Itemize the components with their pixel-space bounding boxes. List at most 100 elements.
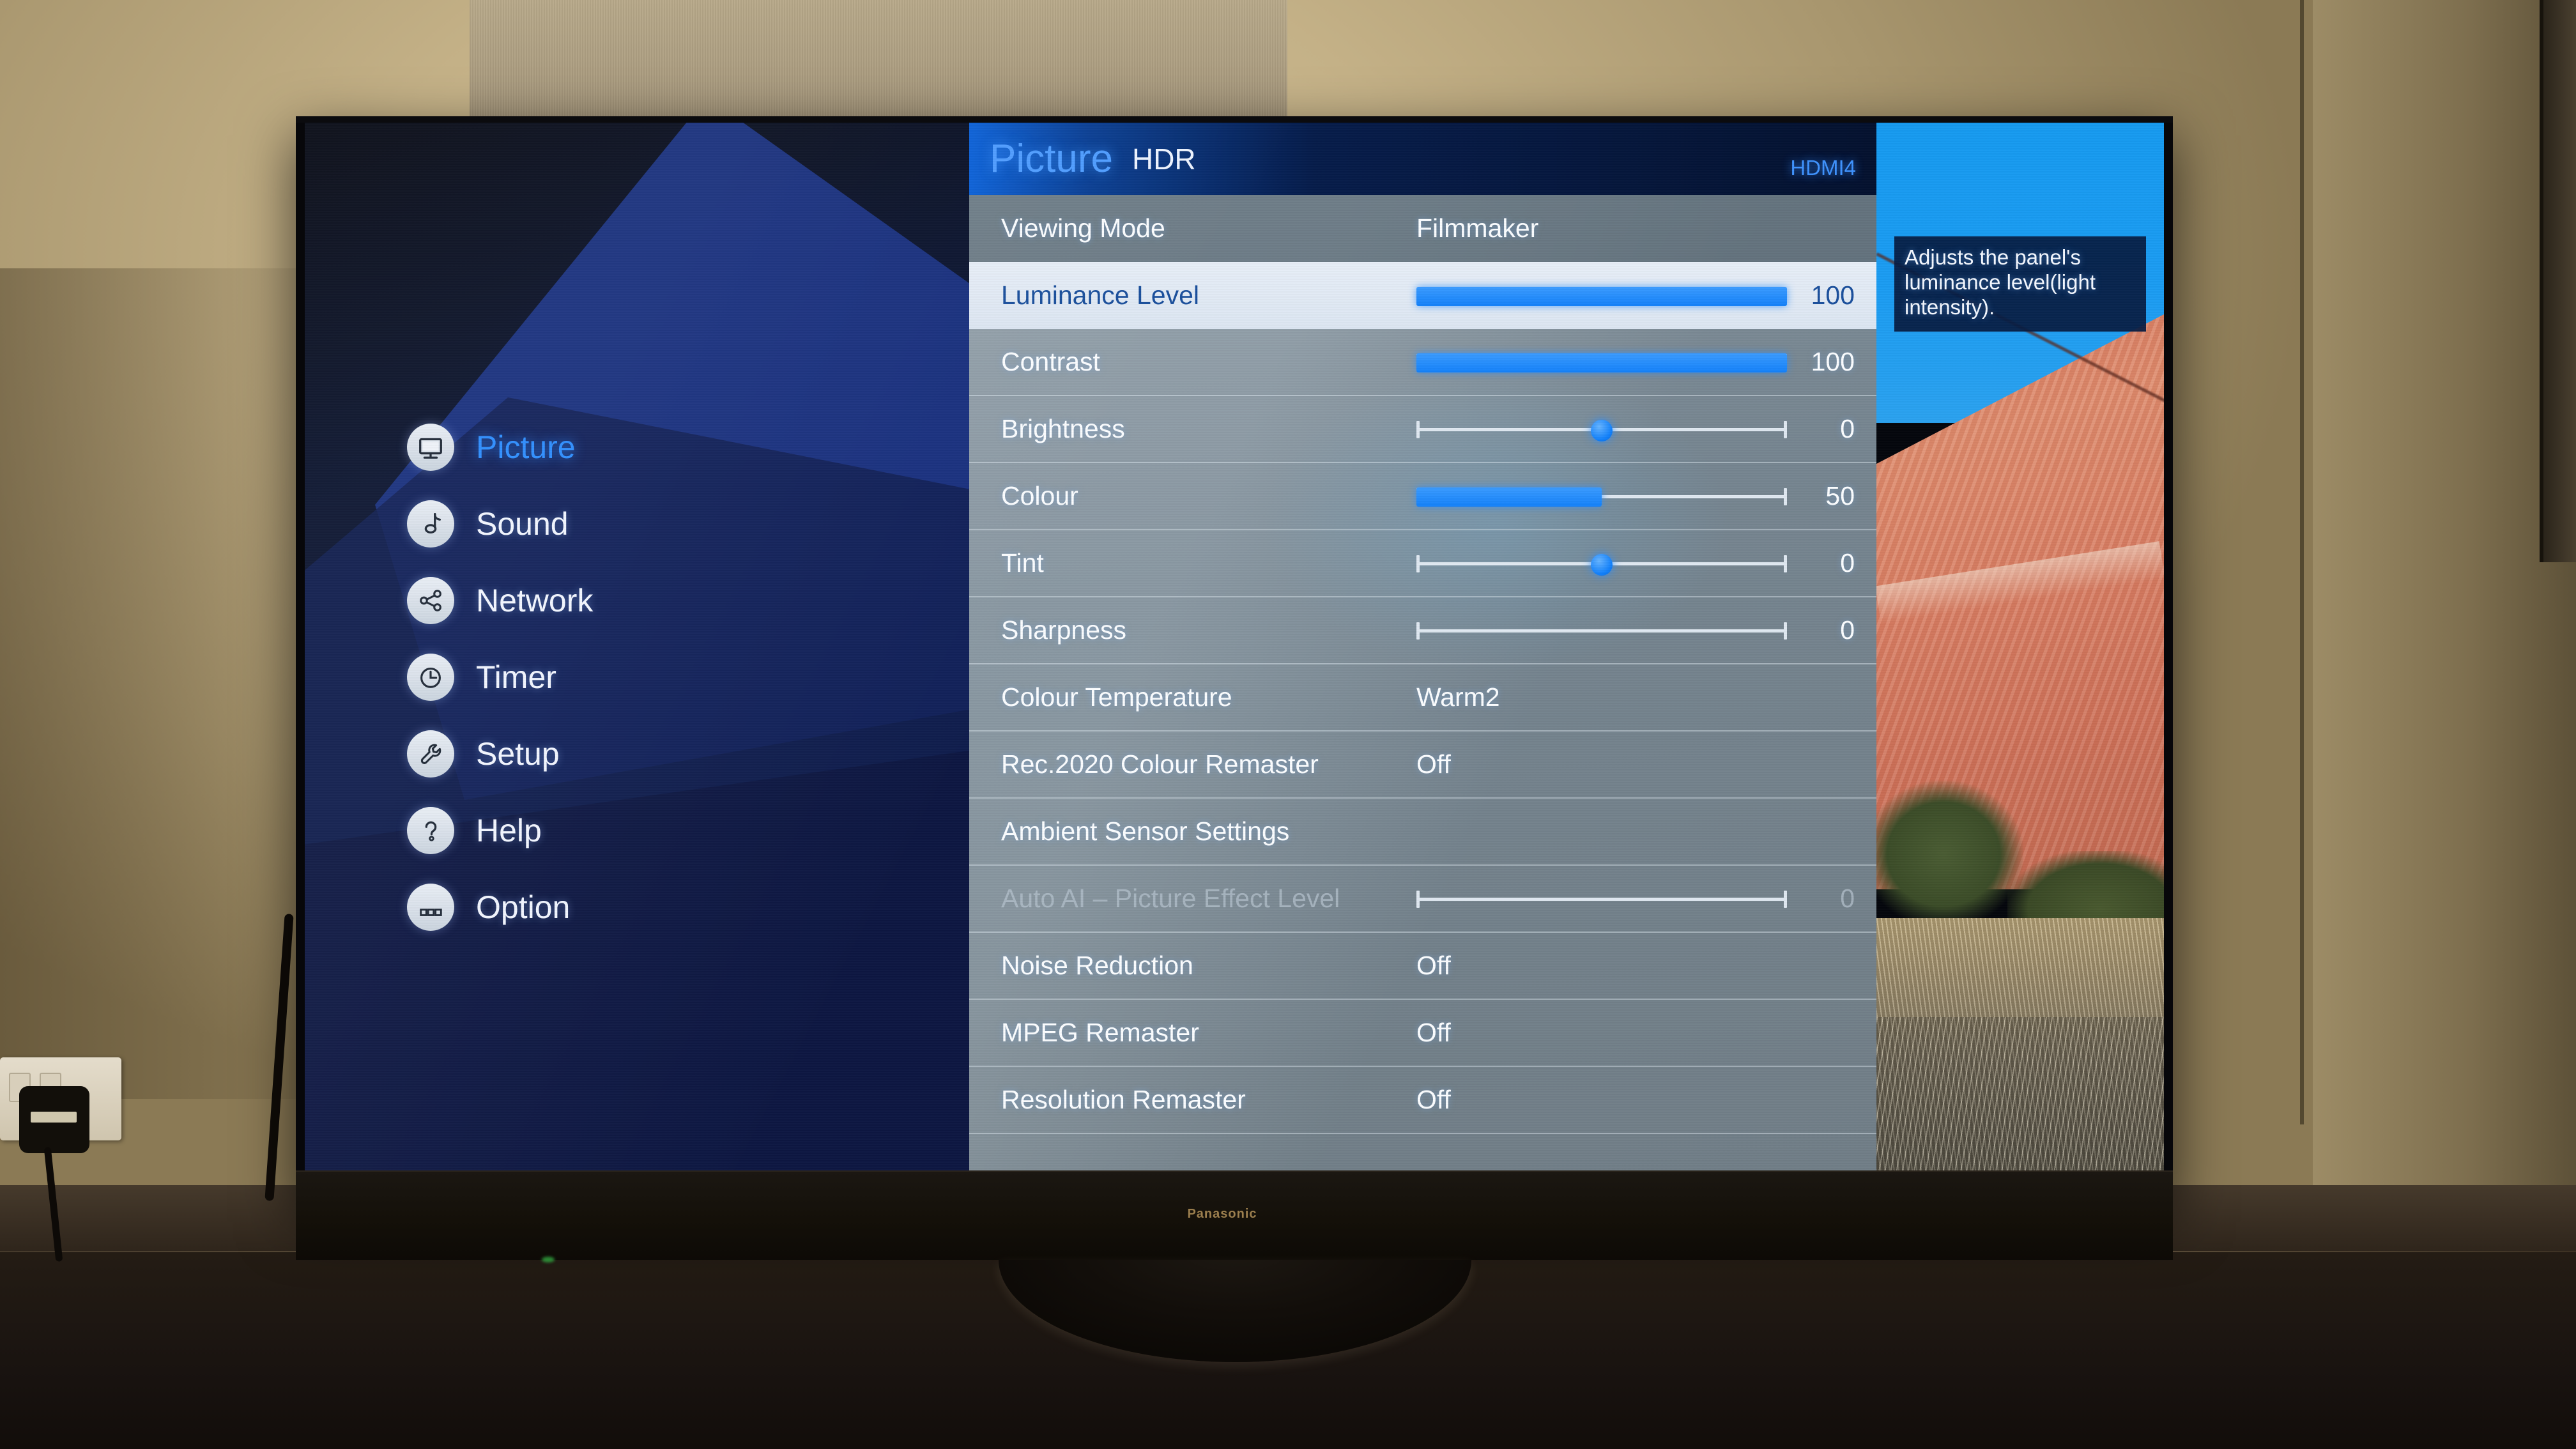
settings-row-label: Colour [1001, 481, 1078, 510]
settings-row-number: 100 [1811, 347, 1855, 376]
sidebar-item-setup[interactable]: Setup [407, 723, 560, 785]
settings-row-label: MPEG Remaster [1001, 1018, 1199, 1047]
settings-row-number: 0 [1840, 548, 1855, 578]
slider[interactable] [1416, 548, 1787, 579]
settings-row-value: Off [1416, 1085, 1451, 1114]
sidebar-item-label: Help [476, 813, 542, 848]
settings-row-value: Warm2 [1416, 682, 1500, 712]
wrench-icon [407, 730, 454, 778]
sidebar-item-label: Option [476, 889, 571, 925]
sidebar-item-sound[interactable]: Sound [407, 493, 569, 555]
settings-row-label: Auto AI – Picture Effect Level [1001, 884, 1340, 913]
preview-brush [1876, 1017, 2164, 1170]
sidebar-item-label: Timer [476, 659, 556, 695]
settings-row[interactable]: Noise Reduction Off [969, 933, 1876, 1000]
slider-knob[interactable] [1591, 553, 1613, 576]
settings-row[interactable]: Rec.2020 Colour Remaster Off [969, 732, 1876, 799]
slider-knob[interactable] [1591, 419, 1613, 441]
sidebar: Picture Sound Network Timer Setup Help O… [305, 123, 1014, 1170]
slider-track [1416, 629, 1787, 632]
settings-row-label: Rec.2020 Colour Remaster [1001, 749, 1319, 779]
settings-row[interactable]: Ambient Sensor Settings [969, 799, 1876, 866]
question-mark-icon [407, 807, 454, 854]
page-title: Picture [990, 137, 1113, 181]
music-note-icon [407, 500, 454, 548]
slider[interactable] [1416, 346, 1787, 378]
preview-tree-left [1876, 781, 2023, 928]
standby-led [542, 1257, 555, 1262]
video-preview: Adjusts the panel's luminance level(ligh… [1876, 123, 2164, 1170]
settings-row-label: Noise Reduction [1001, 951, 1193, 980]
settings-row-number: 0 [1840, 884, 1855, 913]
sidebar-item-help[interactable]: Help [407, 800, 542, 861]
input-source-label: HDMI4 [1790, 156, 1856, 180]
on-screen-menu: Picture Sound Network Timer Setup Help O… [305, 123, 2164, 1170]
settings-row-label: Brightness [1001, 414, 1125, 443]
sidebar-item-label: Picture [476, 429, 576, 465]
slider-cap-left [1416, 555, 1420, 572]
settings-row-label: Colour Temperature [1001, 682, 1232, 712]
slider-track [1416, 897, 1787, 901]
slider-fill [1416, 353, 1787, 372]
sidebar-item-label: Sound [476, 506, 569, 542]
settings-row-value: Filmmaker [1416, 213, 1539, 243]
settings-row-list: Viewing Mode Filmmaker Luminance Level 100 C… [969, 195, 1876, 1134]
tv-icon [407, 424, 454, 471]
settings-row[interactable]: Auto AI – Picture Effect Level 0 [969, 866, 1876, 933]
wall-corner [2300, 0, 2304, 1124]
settings-row[interactable]: Resolution Remaster Off [969, 1067, 1876, 1134]
settings-row[interactable]: Brightness 0 [969, 396, 1876, 463]
settings-row[interactable]: Viewing Mode Filmmaker [969, 195, 1876, 262]
sidebar-item-option[interactable]: Option [407, 877, 570, 938]
mains-plug [19, 1086, 89, 1153]
settings-row-label: Luminance Level [1001, 280, 1199, 310]
settings-row-label: Viewing Mode [1001, 213, 1165, 243]
settings-row-label: Resolution Remaster [1001, 1085, 1246, 1114]
settings-panel: Picture HDR HDMI4 Viewing Mode Filmmaker L… [969, 123, 1876, 1170]
settings-row-label: Sharpness [1001, 615, 1127, 645]
tv-screen: Picture Sound Network Timer Setup Help O… [305, 123, 2164, 1170]
slider[interactable] [1416, 883, 1787, 915]
share-nodes-icon [407, 577, 454, 624]
settings-row[interactable]: Tint 0 [969, 530, 1876, 597]
slider[interactable] [1416, 615, 1787, 647]
fabric-panel [470, 0, 1287, 131]
sidebar-item-picture[interactable]: Picture [407, 417, 576, 478]
panel-header: Picture HDR HDMI4 [969, 123, 1876, 195]
settings-row[interactable]: Colour Temperature Warm2 [969, 664, 1876, 732]
clock-icon [407, 654, 454, 701]
hdr-format-label: HDR [1131, 142, 1196, 176]
sidebar-menu: Picture Sound Network Timer Setup Help O… [305, 123, 969, 1170]
settings-row-label: Ambient Sensor Settings [1001, 816, 1290, 846]
slider[interactable] [1416, 280, 1787, 312]
settings-row[interactable]: Luminance Level 100 [969, 262, 1876, 329]
settings-row[interactable]: Sharpness 0 [969, 597, 1876, 664]
settings-row[interactable]: Colour 50 [969, 463, 1876, 530]
settings-row[interactable]: Contrast 100 [969, 329, 1876, 396]
settings-row-value: Off [1416, 951, 1451, 980]
settings-row-label: Contrast [1001, 347, 1100, 376]
settings-row-value: Off [1416, 749, 1451, 779]
settings-row-number: 0 [1840, 615, 1855, 645]
settings-row-value: Off [1416, 1018, 1451, 1047]
sidebar-item-timer[interactable]: Timer [407, 647, 556, 708]
sidebar-item-network[interactable]: Network [407, 570, 593, 631]
settings-row-number: 100 [1811, 280, 1855, 310]
slider-cap-left [1416, 622, 1420, 640]
sidebar-item-label: Network [476, 583, 594, 618]
settings-row-number: 50 [1825, 481, 1855, 510]
picture-frame [2540, 0, 2576, 562]
sidebar-item-label: Setup [476, 736, 560, 772]
settings-row[interactable]: MPEG Remaster Off [969, 1000, 1876, 1067]
slider-cap-left [1416, 890, 1420, 908]
slider[interactable] [1416, 413, 1787, 445]
three-squares-icon [407, 884, 454, 931]
help-tooltip: Adjusts the panel's luminance level(ligh… [1894, 236, 2146, 332]
tv-bottom-bezel: Panasonic [296, 1170, 2173, 1260]
television: Picture Sound Network Timer Setup Help O… [296, 116, 2173, 1362]
settings-row-label: Tint [1001, 548, 1044, 578]
slider[interactable] [1416, 480, 1787, 512]
slider-cap-left [1416, 420, 1420, 438]
help-tooltip-text: Adjusts the panel's luminance level(ligh… [1905, 245, 2096, 319]
slider-fill [1416, 286, 1787, 306]
